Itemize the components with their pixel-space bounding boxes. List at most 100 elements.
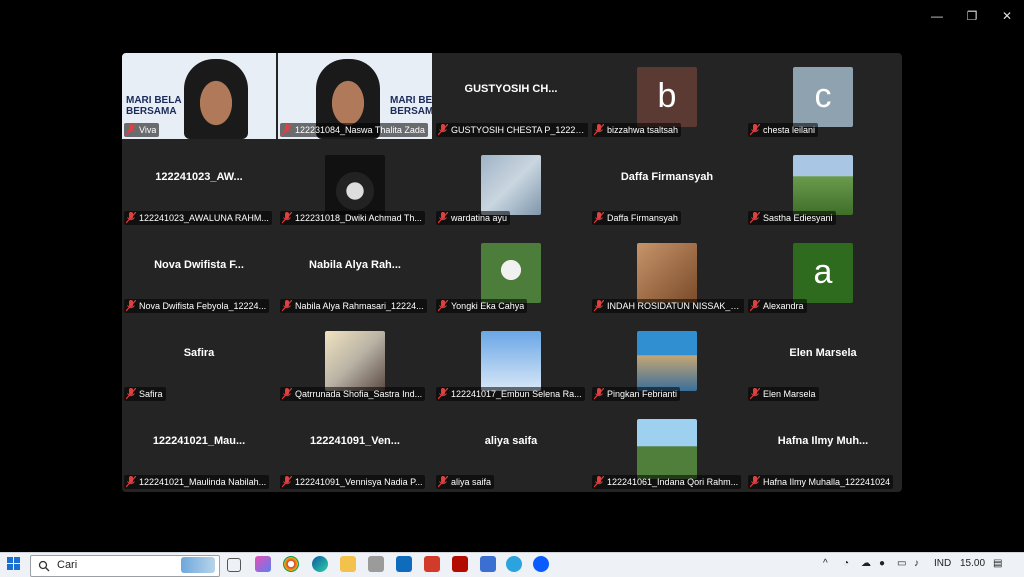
participant-tile[interactable]: Daffa Firmansyah Daffa Firmansyah [590,141,744,227]
office-icon[interactable] [424,556,440,572]
participant-tile[interactable]: 122241017_Embun Selena Ra... [434,317,588,403]
close-button[interactable]: ✕ [992,6,1022,26]
participant-name-label: Viva [124,123,160,137]
search-label: Cari [57,559,78,571]
participant-tile[interactable]: Sastha Ediesyani [746,141,900,227]
minimize-button[interactable]: — [922,6,952,26]
participant-tile[interactable]: 122241061_Indana Qori Rahm... [590,405,744,491]
participant-tile[interactable]: wardatina ayu [434,141,588,227]
chrome-icon[interactable] [283,556,299,572]
notification-icon[interactable]: ▤ [993,558,1002,569]
clock[interactable]: 15.00 [960,558,985,569]
speaker-icon[interactable]: ♪ [914,558,919,569]
taskbar-search-box[interactable]: Cari [30,555,220,577]
participant-tile[interactable]: GUSTYOSIH CH... GUSTYOSIH CHESTA P_122241… [434,53,588,139]
avatar-photo [325,155,385,215]
participant-tile[interactable]: Elen Marsela Elen Marsela [746,317,900,403]
participant-tile[interactable]: 122241021_Mau... 122241021_Maulinda Nabil… [122,405,276,491]
mic-muted-icon [126,124,136,136]
copilot-icon[interactable] [255,556,271,572]
avatar-photo [481,331,541,391]
participant-name-label: 122241061_Indana Qori Rahm... [592,475,742,489]
participant-tile[interactable]: INDAH ROSIDATUN NISSAK_B... [590,229,744,315]
zoom-icon[interactable] [533,556,549,572]
avatar: c [793,67,853,127]
windows-start-icon[interactable] [7,557,23,573]
participant-name-label: Nova Dwifista Febyola_12224... [124,299,270,313]
participant-tile[interactable]: c chesta leilani [746,53,900,139]
edge-icon[interactable] [312,556,328,572]
search-icon [38,559,50,577]
mic-muted-icon [126,300,136,312]
participant-display-name: GUSTYOSIH CH... [464,83,558,95]
participant-name-label: 122231084_Naswa Thalita Zada [280,123,428,137]
participant-name-label: Qatrrunada Shofia_Sastra Ind... [280,387,426,401]
participant-name: Elen Marsela [763,389,816,399]
participant-name: aliya saifa [451,477,492,487]
mic-muted-icon [126,476,136,488]
app-icon[interactable] [368,556,384,572]
participant-tile[interactable]: Yongki Eka Cahya [434,229,588,315]
language-indicator[interactable]: IND [934,558,951,569]
avatar-photo [481,155,541,215]
word-icon[interactable] [480,556,496,572]
participant-name: 122231018_Dwiki Achmad Th... [295,213,422,223]
participant-tile[interactable]: Nova Dwifista F... Nova Dwifista Febyola_… [122,229,276,315]
participant-name: 122241021_Maulinda Nabilah... [139,477,267,487]
mic-muted-icon [126,388,136,400]
participant-name-label: aliya saifa [436,475,495,489]
participant-tile[interactable]: 122241091_Ven... 122241091_Vennisya Nadia… [278,405,432,491]
participant-name: 122241061_Indana Qori Rahm... [607,477,739,487]
participant-tile[interactable]: Hafna Ilmy Muh... Hafna Ilmy Muhalla_1222… [746,405,900,491]
onedrive-icon[interactable]: ☁ [861,558,871,569]
mic-muted-icon [438,212,448,224]
avatar-photo [325,331,385,391]
participant-tile[interactable]: Nabila Alya Rah... Nabila Alya Rahmasari_… [278,229,432,315]
participant-tile[interactable]: Pingkan Febrianti [590,317,744,403]
participant-name-label: 122241017_Embun Selena Ra... [436,387,585,401]
participant-face [184,59,248,139]
participant-name: wardatina ayu [451,213,508,223]
chevron-up-icon[interactable]: ^ [823,558,828,569]
participant-name: 122241091_Vennisya Nadia P... [295,477,423,487]
participant-name: Yongki Eka Cahya [451,301,525,311]
task-view-icon[interactable] [227,558,241,572]
mic-muted-icon [594,388,604,400]
file-explorer-icon[interactable] [340,556,356,572]
mic-muted-icon [282,300,292,312]
participant-name: Safira [139,389,163,399]
mic-muted-icon [594,212,604,224]
microphone-icon[interactable]: ● [879,558,885,569]
participant-name-label: GUSTYOSIH CHESTA P_122241... [436,123,588,137]
acrobat-icon[interactable] [452,556,468,572]
participant-tile[interactable]: aliya saifa aliya saifa [434,405,588,491]
participant-name: Viva [139,125,157,135]
network-icon[interactable]: ◔ [843,558,849,569]
avatar: a [793,243,853,303]
mic-muted-icon [438,476,448,488]
battery-icon[interactable]: ▭ [897,558,906,569]
participant-name: chesta leilani [763,125,816,135]
participant-name: INDAH ROSIDATUN NISSAK_B... [607,301,742,311]
participant-tile[interactable]: Safira Safira [122,317,276,403]
participant-tile[interactable]: 122241023_AW... 122241023_AWALUNA RAHM... [122,141,276,227]
participant-tile[interactable]: 122231018_Dwiki Achmad Th... [278,141,432,227]
participant-display-name: Elen Marsela [789,347,857,359]
banner-text: MARI BEI BERSAMA [390,95,432,117]
mic-muted-icon [438,300,448,312]
participant-name-label: bizzahwa tsaltsah [592,123,682,137]
mic-muted-icon [282,212,292,224]
telegram-icon[interactable] [506,556,522,572]
participant-tile[interactable]: Qatrrunada Shofia_Sastra Ind... [278,317,432,403]
restore-button[interactable]: ❐ [957,6,987,26]
participant-display-name: aliya saifa [484,435,538,447]
mic-muted-icon [282,124,292,136]
participant-tile[interactable]: a Alexandra [746,229,900,315]
weather-widget-icon [181,557,215,573]
participant-tile[interactable]: MARI BEI BERSAMA 122231084_Naswa Thalita … [278,53,432,139]
mail-icon[interactable] [396,556,412,572]
participant-name-label: wardatina ayu [436,211,511,225]
participant-tile[interactable]: b bizzahwa tsaltsah [590,53,744,139]
participant-tile[interactable]: MARI BELA BERSAMA Viva [122,53,276,139]
avatar-photo [637,419,697,479]
